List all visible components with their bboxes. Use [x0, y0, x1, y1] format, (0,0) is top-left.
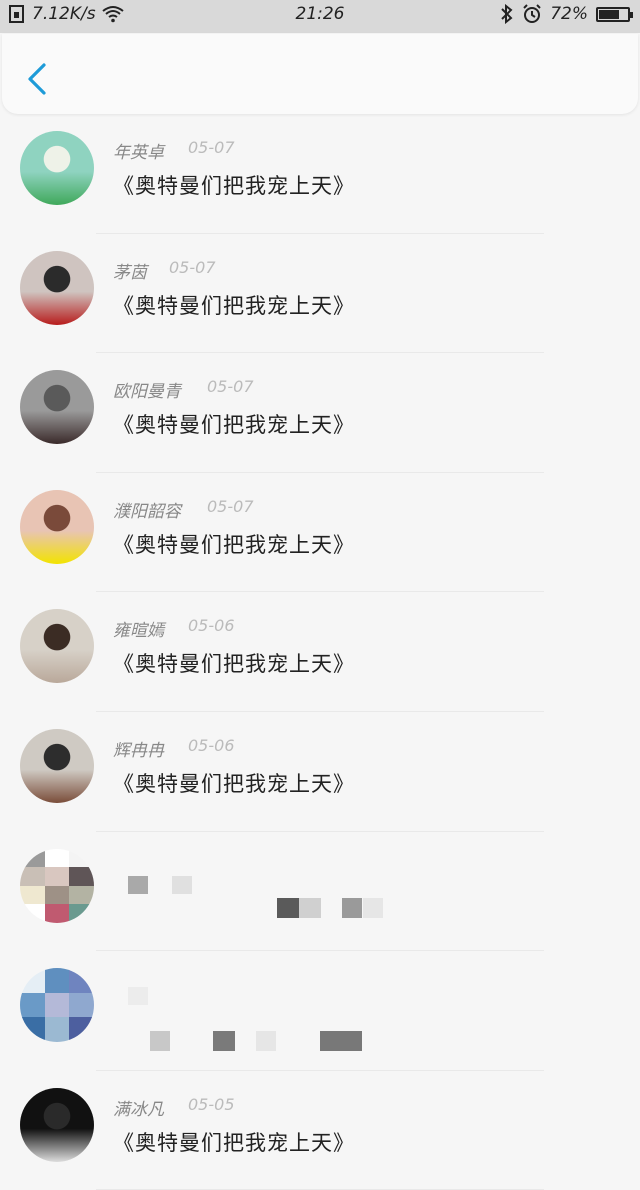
message-text: 《奥特曼们把我宠上天》 — [113, 174, 355, 198]
message-text: 《奥特曼们把我宠上天》 — [113, 293, 355, 318]
avatar-pixel — [44, 992, 70, 1018]
message-text: 《奥特曼们把我宠上天》 — [113, 652, 355, 677]
alarm-icon — [523, 4, 541, 23]
avatar-pixel — [20, 1017, 45, 1043]
avatar-pixel — [20, 904, 45, 923]
sender-name: 辉冉冉 — [113, 740, 164, 761]
message-date: 05-07 — [169, 257, 216, 277]
message-text: 《奥特曼们把我宠上天》 — [113, 771, 355, 796]
battery-fill — [599, 9, 620, 19]
avatar-pixel — [20, 885, 45, 905]
battery-percent: 72% — [550, 4, 588, 24]
avatar[interactable] — [20, 250, 94, 325]
avatar[interactable] — [20, 1087, 94, 1162]
avatar-pixel — [44, 904, 70, 923]
message-date: 05-06 — [188, 616, 235, 636]
avatar-pixel — [44, 867, 70, 887]
avatar-pixel — [69, 885, 94, 905]
message-date: 05-07 — [207, 377, 254, 397]
message-text: 《奥特曼们把我宠上天》 — [113, 1130, 355, 1155]
sender-name: 茅茵 — [113, 262, 147, 283]
list-item[interactable]: 辉冉冉 05-06 《奥特曼们把我宠上天》 — [0, 712, 640, 832]
avatar[interactable] — [20, 968, 94, 1043]
avatar-pixel — [20, 848, 45, 868]
list-item[interactable]: 濮阳韶容 05-07 《奥特曼们把我宠上天》 — [0, 473, 640, 593]
redacted-text-block — [320, 1031, 362, 1052]
avatar-pixel — [44, 1017, 70, 1043]
redacted-text-block — [363, 897, 383, 918]
avatar[interactable] — [20, 609, 94, 684]
sender-name: 满冰凡 — [113, 1099, 164, 1120]
bluetooth-icon — [501, 4, 513, 24]
message-date: 05-05 — [188, 1094, 235, 1114]
list-item[interactable]: 年英卓 05-07 《奥特曼们把我宠上天》 — [0, 114, 640, 234]
redacted-text-block — [299, 897, 321, 918]
avatar-pixel — [20, 867, 45, 887]
sender-name: 濮阳韶容 — [113, 501, 181, 522]
list-item[interactable]: 欧阳曼青 05-07 《奥特曼们把我宠上天》 — [0, 353, 640, 473]
redacted-text-block — [150, 1031, 170, 1052]
avatar[interactable] — [20, 489, 94, 564]
list-item[interactable] — [0, 832, 640, 952]
sender-name: 雍暄嫣 — [113, 621, 164, 642]
avatar[interactable] — [20, 848, 94, 923]
status-bar: 7.12K/s 21:26 72% — [0, 0, 640, 33]
list-item[interactable] — [0, 951, 640, 1071]
message-text: 《奥特曼们把我宠上天》 — [113, 532, 355, 557]
avatar-pixel — [69, 968, 94, 994]
sender-name: 年英卓 — [113, 143, 164, 163]
redacted-text-block — [128, 987, 148, 1006]
avatar-pixel — [69, 1017, 94, 1043]
message-text: 《奥特曼们把我宠上天》 — [113, 413, 355, 438]
avatar-pixel — [44, 885, 70, 905]
avatar-pixel — [44, 848, 70, 868]
redacted-text-block — [342, 897, 362, 918]
redacted-text-block — [172, 875, 192, 894]
redacted-text-block — [128, 875, 148, 894]
avatar-pixel — [69, 867, 94, 887]
redacted-text-block — [277, 897, 299, 918]
message-date: 05-06 — [188, 735, 235, 755]
redacted-text-block — [213, 1031, 235, 1052]
avatar[interactable] — [20, 370, 94, 445]
sender-name: 欧阳曼青 — [113, 382, 181, 403]
list-item[interactable]: 满冰凡 05-05 《奥特曼们把我宠上天》 — [0, 1071, 640, 1190]
redacted-text-block — [256, 1031, 276, 1052]
avatar-pixel — [44, 968, 70, 994]
avatar-pixel — [69, 992, 94, 1018]
avatar-pixel — [69, 848, 94, 868]
avatar[interactable] — [20, 131, 94, 205]
header-bar — [2, 34, 638, 114]
avatar[interactable] — [20, 728, 94, 803]
message-list: 年英卓 05-07 《奥特曼们把我宠上天》 茅茵 05-07 《奥特曼们把我宠上天》 欧阳曼… — [0, 114, 640, 1190]
avatar-pixel — [20, 992, 45, 1018]
battery-icon — [596, 6, 633, 22]
list-item[interactable]: 茅茵 05-07 《奥特曼们把我宠上天》 — [0, 234, 640, 354]
status-right: 72% — [500, 4, 633, 24]
avatar-pixel — [69, 904, 94, 923]
list-item[interactable]: 雍暄嫣 05-06 《奥特曼们把我宠上天》 — [0, 592, 640, 712]
chevron-left-icon[interactable] — [24, 62, 50, 96]
message-date: 05-07 — [207, 496, 254, 516]
message-date: 05-07 — [188, 138, 235, 157]
avatar-pixel — [20, 968, 45, 994]
